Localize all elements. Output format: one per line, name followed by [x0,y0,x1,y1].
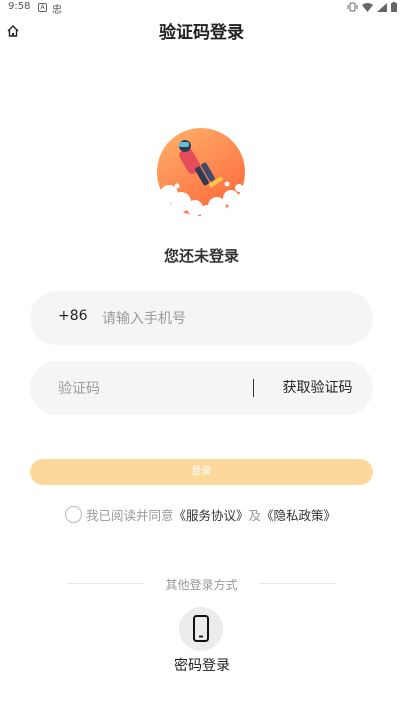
wifi-icon [362,2,373,12]
agreement-conjunction: 及 [248,507,262,523]
status-bar: 9:58 A 忠 [0,0,403,16]
smartphone-icon [193,615,209,642]
status-time: 9:58 [8,1,31,12]
battery-icon [391,2,397,12]
rocket-person-illustration [157,128,245,216]
verification-code-input[interactable] [58,371,248,405]
other-login-divider: 其他登录方式 [0,576,403,592]
service-agreement-link[interactable]: 《服务协议》 [174,505,249,524]
signal-icon [377,2,387,12]
country-code[interactable]: +86 [58,308,88,324]
agreement-row: 我已阅读并同意 《服务协议》 及 《隐私政策》 [65,505,336,523]
code-field: 获取验证码 [30,361,373,415]
status-indicator-a: A [38,3,47,12]
password-login-label: 密码登录 [174,658,230,674]
phone-field: +86 [30,291,373,345]
agreement-checkbox[interactable] [65,505,82,523]
divider-line-right [259,583,336,584]
login-status-text: 您还未登录 [163,247,239,265]
status-right-icons [347,2,397,12]
login-button[interactable]: 登录 [30,459,373,485]
other-login-heading: 其他登录方式 [165,578,238,592]
status-indicator-b: 忠 [52,5,62,16]
vibrate-icon [347,2,358,12]
password-login-icon-circle[interactable] [179,607,223,651]
privacy-policy-link[interactable]: 《隐私政策》 [261,505,336,524]
get-code-button[interactable]: 获取验证码 [262,361,373,415]
agreement-prefix: 我已阅读并同意 [86,507,174,523]
password-login-button[interactable]: 密码登录 [164,607,240,677]
code-divider [253,379,254,397]
page-title: 验证码登录 [159,23,244,43]
phone-input[interactable] [102,301,342,335]
